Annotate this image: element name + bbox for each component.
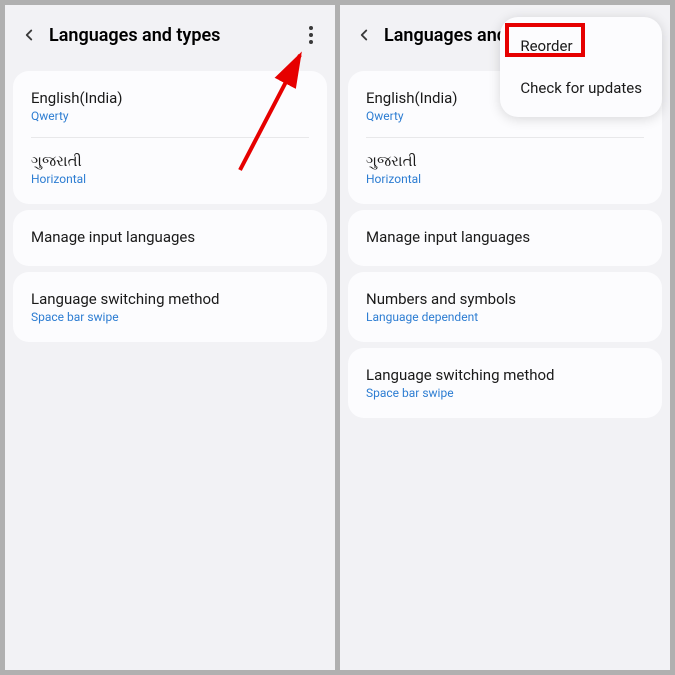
switching-method-item[interactable]: Language switching method Space bar swip… <box>13 276 327 338</box>
check-updates-option[interactable]: Check for updates <box>500 67 662 109</box>
language-name: English(India) <box>31 89 309 107</box>
language-layout: Horizontal <box>366 172 644 186</box>
switching-method-title: Language switching method <box>366 366 644 384</box>
manage-languages-card: Manage input languages <box>13 210 327 266</box>
options-popup: Reorder Check for updates <box>500 17 662 117</box>
switching-method-subtitle: Space bar swipe <box>31 310 309 324</box>
language-item-gujarati[interactable]: ગુજરાતી Horizontal <box>13 138 327 200</box>
screen-right: Languages and types English(India) Qwert… <box>340 5 670 670</box>
switching-method-subtitle: Space bar swipe <box>366 386 644 400</box>
back-icon[interactable] <box>354 25 374 45</box>
more-options-icon[interactable] <box>299 23 323 47</box>
language-item-gujarati[interactable]: ગુજરાતી Horizontal <box>348 138 662 200</box>
switching-method-card: Language switching method Space bar swip… <box>13 272 327 342</box>
language-item-english[interactable]: English(India) Qwerty <box>13 75 327 137</box>
numbers-symbols-title: Numbers and symbols <box>366 290 644 308</box>
back-icon[interactable] <box>19 25 39 45</box>
language-layout: Qwerty <box>31 109 309 123</box>
languages-card: English(India) Qwerty ગુજરાતી Horizontal <box>13 71 327 204</box>
screen-left: Languages and types English(India) Qwert… <box>5 5 335 670</box>
manage-languages-label: Manage input languages <box>31 228 309 246</box>
switching-method-item[interactable]: Language switching method Space bar swip… <box>348 352 662 414</box>
language-name: ગુજરાતી <box>366 152 644 170</box>
numbers-symbols-subtitle: Language dependent <box>366 310 644 324</box>
page-title: Languages and types <box>49 25 299 46</box>
header: Languages and types <box>5 5 335 65</box>
language-layout: Horizontal <box>31 172 309 186</box>
reorder-option[interactable]: Reorder <box>500 25 662 67</box>
manage-languages-card: Manage input languages <box>348 210 662 266</box>
numbers-symbols-card: Numbers and symbols Language dependent <box>348 272 662 342</box>
manage-languages-item[interactable]: Manage input languages <box>348 214 662 262</box>
manage-languages-label: Manage input languages <box>366 228 644 246</box>
manage-languages-item[interactable]: Manage input languages <box>13 214 327 262</box>
language-name: ગુજરાતી <box>31 152 309 170</box>
switching-method-title: Language switching method <box>31 290 309 308</box>
numbers-symbols-item[interactable]: Numbers and symbols Language dependent <box>348 276 662 338</box>
switching-method-card: Language switching method Space bar swip… <box>348 348 662 418</box>
